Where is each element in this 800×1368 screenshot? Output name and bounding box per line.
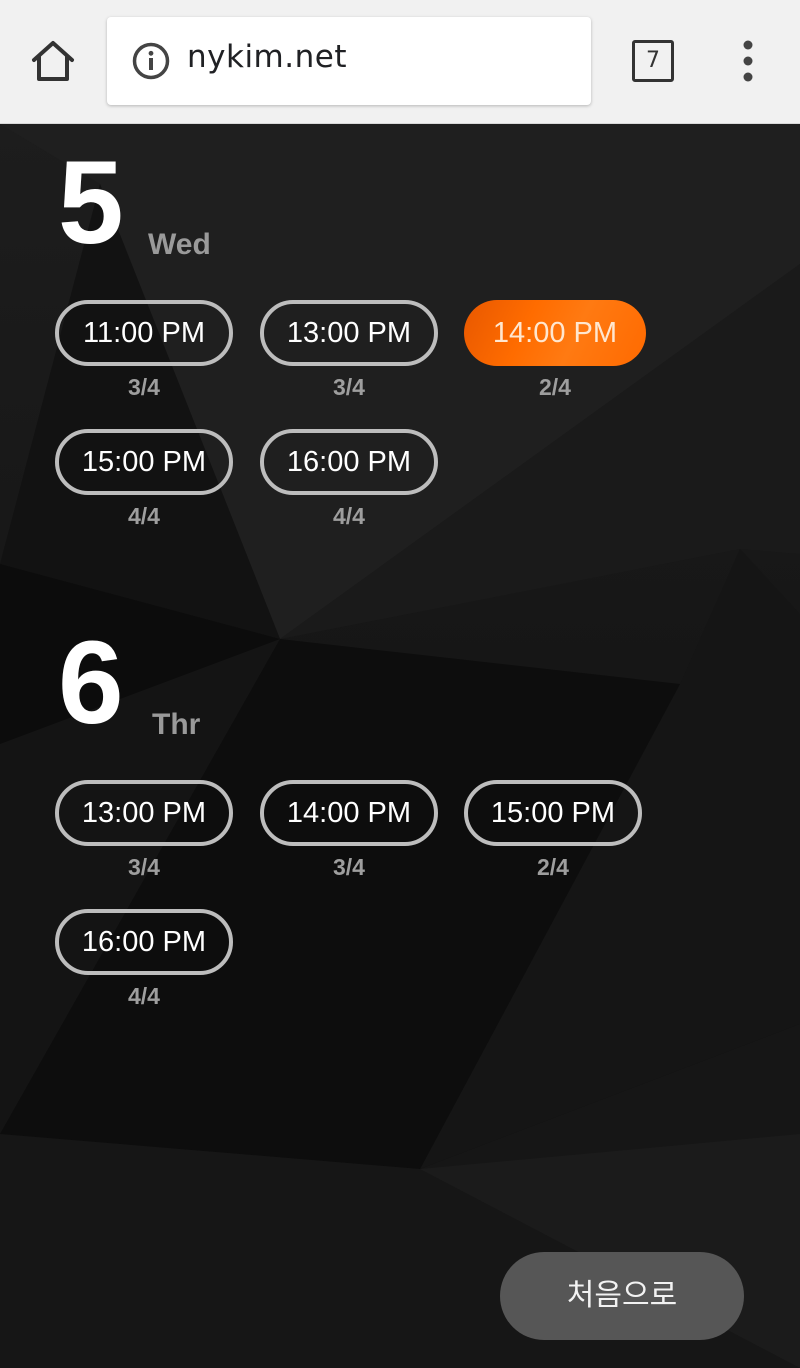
time-slot[interactable]: 11:00 PM 3/4 [55,300,233,401]
day-number: 5 [58,137,124,269]
slot-capacity: 3/4 [128,374,160,400]
time-slot[interactable]: 15:00 PM 4/4 [55,429,233,530]
slot-capacity: 4/4 [333,503,365,529]
home-icon[interactable] [28,38,78,84]
time-slot-button[interactable]: 15:00 PM [464,780,642,846]
url-text: nykim.net [187,39,347,75]
browser-toolbar: nykim.net 7 [0,0,800,124]
time-slot-button[interactable]: 16:00 PM [260,429,438,495]
slot-capacity: 3/4 [333,854,365,880]
time-slot-selected[interactable]: 14:00 PM 2/4 [464,300,646,401]
address-bar[interactable]: nykim.net [107,17,591,105]
tab-switcher-icon[interactable]: 7 [632,40,674,82]
time-slot[interactable]: 13:00 PM 3/4 [55,780,233,881]
info-icon[interactable] [131,41,171,81]
back-to-start-button[interactable]: 처음으로 [500,1252,744,1340]
time-slot-button[interactable]: 13:00 PM [260,300,438,366]
weekday-label: Wed [148,228,211,261]
weekday-label: Thr [152,708,201,741]
time-slot[interactable]: 14:00 PM 3/4 [260,780,438,881]
time-slot[interactable]: 16:00 PM 4/4 [260,429,438,530]
page-content: 5 Wed 11:00 PM 3/4 13:00 PM 3/4 14:00 PM… [0,124,800,1368]
slot-capacity: 4/4 [128,983,160,1009]
time-slot[interactable]: 13:00 PM 3/4 [260,300,438,401]
time-slot-button[interactable]: 11:00 PM [55,300,233,366]
time-slot[interactable]: 15:00 PM 2/4 [464,780,642,881]
time-slot[interactable]: 16:00 PM 4/4 [55,909,233,1010]
time-slot-button[interactable]: 15:00 PM [55,429,233,495]
slot-capacity: 3/4 [333,374,365,400]
time-slot-button[interactable]: 16:00 PM [55,909,233,975]
day-number: 6 [58,617,124,749]
slot-capacity: 4/4 [128,503,160,529]
time-slot-button[interactable]: 13:00 PM [55,780,233,846]
slot-capacity: 2/4 [539,374,571,400]
slot-capacity: 2/4 [537,854,569,880]
time-slot-button-selected[interactable]: 14:00 PM [464,300,646,366]
slot-capacity: 3/4 [128,854,160,880]
more-vert-icon[interactable] [738,40,758,82]
time-slot-button[interactable]: 14:00 PM [260,780,438,846]
